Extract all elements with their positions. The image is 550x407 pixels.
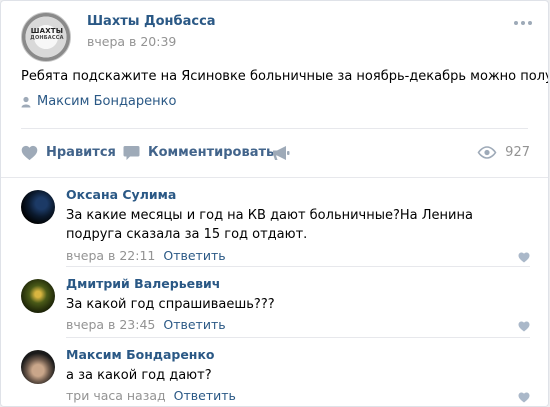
group-name-link[interactable]: Шахты Донбасса bbox=[87, 14, 216, 29]
avatar[interactable] bbox=[21, 190, 55, 224]
group-logo-line2: ДОНБАССА bbox=[30, 35, 64, 41]
comment-icon bbox=[123, 146, 140, 160]
heart-icon[interactable] bbox=[518, 392, 530, 403]
like-label: Нравится bbox=[46, 145, 116, 160]
comment-divider bbox=[66, 337, 530, 338]
like-button[interactable]: Нравится bbox=[21, 142, 116, 166]
group-avatar[interactable]: ШАХТЫ ДОНБАССА bbox=[21, 12, 71, 62]
comment-item: Максим Бондаренко а за какой год дают? т… bbox=[21, 346, 530, 406]
heart-icon bbox=[21, 145, 38, 161]
post-divider bbox=[21, 128, 528, 129]
group-logo-line1: ШАХТЫ bbox=[30, 27, 64, 35]
reply-button[interactable]: Ответить bbox=[163, 248, 225, 263]
comment-button[interactable]: Комментировать bbox=[123, 142, 274, 166]
more-icon[interactable] bbox=[514, 20, 532, 26]
avatar[interactable] bbox=[21, 279, 55, 313]
post-actions: Нравится Комментировать 927 bbox=[21, 142, 530, 166]
comment-item: Оксана Сулима За какие месяцы и год на К… bbox=[21, 186, 530, 266]
post-card: ШАХТЫ ДОНБАССА Шахты Донбасса вчера в 20… bbox=[0, 0, 549, 407]
comment-text: а за какой год дают? bbox=[66, 368, 212, 383]
comment-author[interactable]: Дмитрий Валерьевич bbox=[66, 276, 220, 291]
comment-text: За какие месяцы и год на КВ дают больнич… bbox=[66, 208, 473, 242]
comment-time[interactable]: три часа назад bbox=[66, 388, 166, 403]
group-logo: ШАХТЫ ДОНБАССА bbox=[28, 27, 66, 41]
reply-button[interactable]: Ответить bbox=[174, 388, 236, 403]
comment-meta: вчера в 22:11 Ответить bbox=[66, 248, 226, 263]
share-button[interactable] bbox=[272, 142, 292, 166]
avatar[interactable] bbox=[21, 350, 55, 384]
comment-author[interactable]: Максим Бондаренко bbox=[66, 347, 215, 362]
comment-meta: вчера в 23:45 Ответить bbox=[66, 317, 226, 332]
views-counter: 927 bbox=[477, 145, 530, 160]
comment-author[interactable]: Оксана Сулима bbox=[66, 187, 176, 202]
comment-divider bbox=[66, 266, 530, 267]
comments-section: Оксана Сулима За какие месяцы и год на К… bbox=[1, 177, 548, 406]
eye-icon bbox=[477, 146, 497, 159]
heart-icon[interactable] bbox=[518, 321, 530, 332]
comment-text: За какой год спрашиваешь??? bbox=[66, 297, 275, 312]
comment-label: Комментировать bbox=[148, 145, 275, 160]
reply-button[interactable]: Ответить bbox=[163, 317, 225, 332]
heart-icon[interactable] bbox=[518, 252, 530, 263]
comment-item: Дмитрий Валерьевич За какой год спрашива… bbox=[21, 275, 530, 335]
comment-time[interactable]: вчера в 22:11 bbox=[66, 248, 155, 263]
comment-meta: три часа назад Ответить bbox=[66, 388, 236, 403]
comment-time[interactable]: вчера в 23:45 bbox=[66, 317, 155, 332]
signer-name[interactable]: Максим Бондаренко bbox=[37, 94, 176, 109]
views-count: 927 bbox=[505, 145, 530, 160]
user-icon bbox=[21, 96, 31, 108]
post-text: Ребята подскажите на Ясиновке больничные… bbox=[21, 69, 549, 84]
post-time[interactable]: вчера в 20:39 bbox=[87, 34, 176, 49]
megaphone-icon bbox=[273, 146, 290, 160]
